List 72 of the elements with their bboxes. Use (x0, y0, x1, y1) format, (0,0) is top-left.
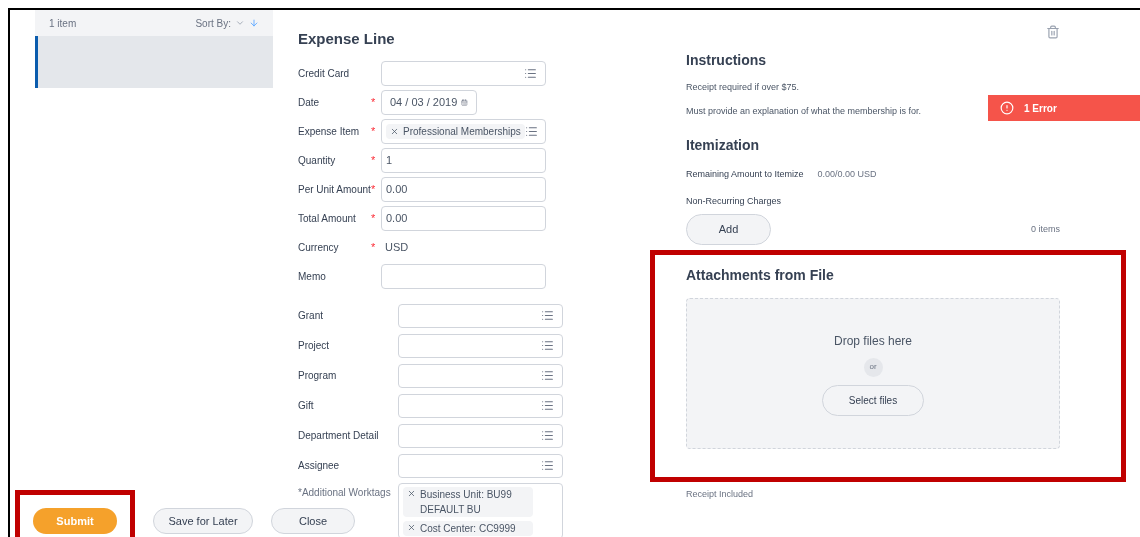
list-icon[interactable] (541, 459, 554, 472)
field-label: Assignee (298, 459, 341, 473)
required-mark: * (371, 181, 376, 197)
add-button[interactable]: Add (686, 214, 771, 245)
required-mark: * (371, 152, 376, 168)
trash-icon[interactable] (1046, 24, 1060, 40)
chevron-down-icon[interactable] (235, 18, 245, 28)
selected-tag: Business Unit: BU99 DEFAULT BU (403, 486, 533, 517)
select-field[interactable] (398, 303, 563, 328)
field-label: Remaining Amount to Itemize (686, 168, 804, 181)
field-label: Per Unit Amount (298, 182, 371, 197)
instruction-text: Must provide an explanation of what the membership is for. (686, 104, 922, 118)
field-label: Gift (298, 399, 315, 413)
field-value: USD (384, 239, 410, 255)
or-label: or (863, 357, 883, 377)
select-field[interactable]: Business Unit: BU99 DEFAULT BU Cost Center: CC9999 (398, 482, 563, 537)
field-label: Grant (298, 309, 324, 323)
select-field[interactable] (398, 393, 563, 418)
section-title: Attachments from File (686, 266, 835, 285)
field-value: 0.00/0.00 USD (817, 168, 877, 181)
date-field[interactable]: 04 / 03 / 2019 (381, 89, 477, 115)
items-count: 0 items (1031, 222, 1060, 236)
form-title: Expense Line (298, 29, 396, 49)
sort-arrow-icon[interactable] (249, 18, 259, 28)
field-label: Program (298, 369, 338, 383)
list-icon[interactable] (541, 309, 554, 322)
text-field[interactable]: 0.00 (381, 205, 546, 231)
list-icon[interactable] (541, 369, 554, 382)
field-label: Project (298, 339, 331, 353)
field-label: *Additional Worktags (298, 485, 392, 500)
list-icon[interactable] (524, 66, 537, 80)
action-button[interactable]: Save for Later (153, 508, 253, 534)
field-label: Credit Card (298, 66, 351, 81)
required-mark: * (371, 123, 376, 139)
required-mark: * (371, 94, 376, 110)
field-label: Quantity (298, 153, 337, 168)
field-label: Memo (298, 269, 327, 284)
field-label: Currency (298, 240, 340, 255)
list-icon[interactable] (541, 399, 554, 412)
select-field[interactable] (398, 423, 563, 448)
field-label: Receipt Included (686, 488, 754, 501)
instruction-text: Receipt required if over $75. (686, 81, 800, 94)
text-field[interactable]: 1 (381, 147, 546, 173)
select-field[interactable] (398, 333, 563, 358)
select-field[interactable] (398, 363, 563, 388)
alert-icon (1000, 101, 1014, 115)
select-files-button[interactable]: Select files (822, 384, 924, 416)
field-label: Total Amount (298, 211, 357, 226)
select-field[interactable] (398, 453, 563, 478)
sort-label: Sort By: (195, 16, 231, 31)
field-label: Expense Item (298, 124, 361, 139)
drop-zone[interactable]: Drop files here or Select files (686, 298, 1060, 449)
list-icon[interactable] (541, 429, 554, 442)
list-icon[interactable] (541, 339, 554, 352)
error-count: 1 Error (1024, 101, 1057, 116)
text-field[interactable] (381, 263, 546, 289)
field-label: Department Detail (298, 429, 380, 443)
section-title: Itemization (686, 136, 761, 155)
selected-tag: Professional Memberships (386, 123, 525, 139)
selected-tag: Cost Center: CC9999 (403, 520, 533, 536)
text-field[interactable]: 0.00 (381, 176, 546, 202)
section-title: Instructions (686, 51, 768, 70)
required-mark: * (371, 210, 376, 226)
field-label: Non-Recurring Charges (686, 194, 783, 208)
select-field[interactable] (381, 60, 546, 86)
item-count: 1 item (49, 16, 77, 31)
list-icon[interactable] (524, 124, 538, 138)
drop-text: Drop files here (833, 332, 912, 350)
field-label: Date (298, 95, 321, 110)
action-button[interactable]: Close (271, 508, 355, 534)
required-mark: * (371, 239, 376, 255)
select-field[interactable]: Professional Memberships (381, 118, 546, 144)
